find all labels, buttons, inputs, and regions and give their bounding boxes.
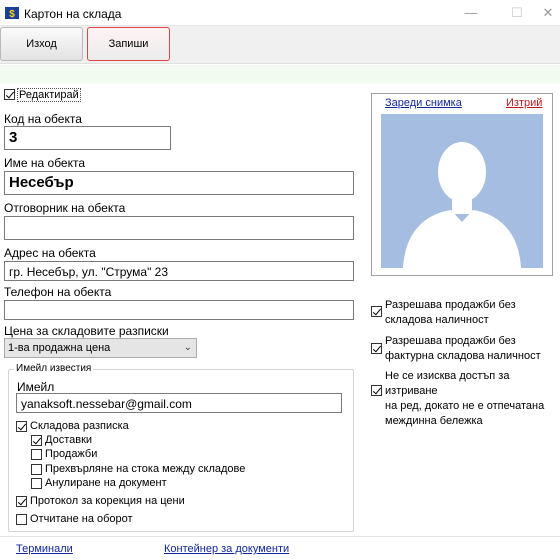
svg-text:$: $ [9,9,15,20]
address-label: Адрес на обекта [4,246,96,260]
email-label: Имейл [17,380,55,394]
no-delete-access-label: Не се изисква достъп за изтриване на ред… [385,369,560,429]
warehouse-app-icon: $ [5,7,19,20]
sales-label: Продажби [45,448,98,460]
allow-sales-no-invoice-line2: фактурна складова наличност [385,350,541,362]
email-group-title: Имейл известия [14,363,94,374]
allow-sales-no-stock-label: Разрешава продажби без складова наличнос… [385,298,516,328]
allow-sales-no-invoice-checkbox[interactable] [371,343,382,354]
phone-field[interactable] [4,300,354,320]
price-protocol-checkbox[interactable] [16,496,27,507]
person-silhouette-icon [403,142,521,268]
stock-receipt-checkbox[interactable] [16,421,27,432]
turnover-checkbox[interactable] [16,514,27,525]
document-container-link[interactable]: Контейнер за документи [164,543,289,555]
manager-label: Отговорник на обекта [4,201,126,215]
address-field[interactable]: гр. Несебър, ул. "Струма" 23 [4,261,354,281]
allow-sales-no-stock-checkbox[interactable] [371,306,382,317]
close-button[interactable]: ✕ [536,0,560,26]
no-delete-access-line3: междинна бележка [385,415,483,427]
deliveries-checkbox[interactable] [31,435,42,446]
load-photo-link[interactable]: Зареди снимка [385,97,462,109]
edit-checkbox[interactable] [4,89,15,100]
no-delete-access-checkbox[interactable] [371,385,382,396]
allow-sales-no-stock-line2: складова наличност [385,314,489,326]
toolbar: Изход Запиши [0,26,560,64]
no-delete-access-line2: на ред, докато не е отпечатана [385,400,545,412]
chevron-down-icon: ⌄ [183,342,192,353]
minimize-button[interactable]: — [448,0,494,26]
name-field[interactable]: Несебър [4,171,354,195]
no-delete-access-line1: Не се изисква достъп за изтриване [385,370,510,397]
manager-field[interactable] [4,216,354,240]
deliveries-label: Доставки [45,434,93,446]
sales-checkbox[interactable] [31,449,42,460]
title-bar: $ Картон на склада — ☐ ✕ [0,0,560,26]
transfer-label: Прехвърляне на стока между складове [45,463,246,475]
price-selected-value: 1-ва продажна цена [8,342,111,354]
price-protocol-label: Протокол за корекция на цени [30,495,185,507]
toolbar-separator [0,65,560,83]
photo-panel: Зареди снимка Изтрий [371,93,553,276]
save-button[interactable]: Запиши [87,27,170,61]
allow-sales-no-invoice-label: Разрешава продажби без фактурна складова… [385,334,541,364]
window-title: Картон на склада [24,7,122,21]
price-select[interactable]: 1-ва продажна цена ⌄ [4,338,197,358]
transfer-checkbox[interactable] [31,464,42,475]
cancel-document-checkbox[interactable] [31,478,42,489]
name-label: Име на обекта [4,156,86,170]
cancel-document-label: Анулиране на документ [45,477,167,489]
footer-bar: Терминали Контейнер за документи [0,536,560,560]
photo-placeholder [381,114,543,268]
stock-receipt-label: Складова разписка [30,420,129,432]
allow-sales-no-stock-line1: Разрешава продажби без [385,299,516,311]
phone-label: Телефон на обекта [4,285,112,299]
maximize-button[interactable]: ☐ [494,0,540,26]
price-label: Цена за складовите разписки [4,324,169,338]
email-field[interactable]: yanaksoft.nessebar@gmail.com [16,393,342,413]
delete-photo-link[interactable]: Изтрий [506,97,542,109]
code-label: Код на обекта [4,112,82,126]
terminals-link[interactable]: Терминали [16,543,73,555]
edit-checkbox-label[interactable]: Редактирай [17,88,81,102]
turnover-label: Отчитане на оборот [30,513,133,525]
exit-button[interactable]: Изход [0,27,83,61]
code-field[interactable]: 3 [4,126,171,150]
allow-sales-no-invoice-line1: Разрешава продажби без [385,335,516,347]
